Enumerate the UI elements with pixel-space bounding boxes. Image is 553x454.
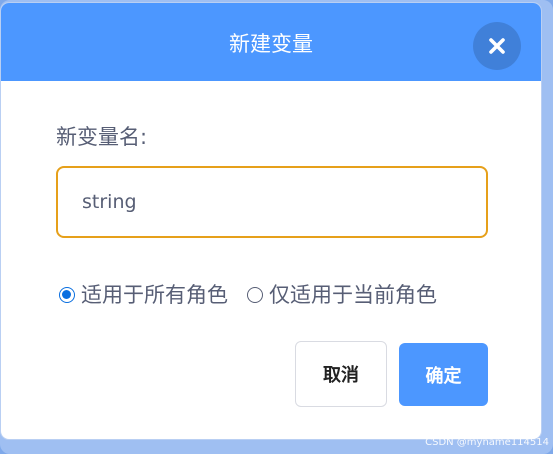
cancel-button[interactable]: 取消 [295,341,387,407]
dialog-header: 新建变量 [1,3,541,81]
close-icon [489,38,505,54]
variable-name-label: 新变量名: [56,125,148,149]
scope-option-label: 适用于所有角色 [81,283,228,307]
scope-option-all-sprites[interactable]: 适用于所有角色 [59,281,228,309]
close-button[interactable] [473,22,521,70]
watermark-text: CSDN @myname114514 [425,437,549,448]
variable-scope-group: 适用于所有角色 仅适用于当前角色 [59,279,437,311]
new-variable-dialog: 新建变量 新变量名: 适用于所有角色 仅适用于当前角色 取消 确定 [1,3,541,439]
scope-option-this-sprite-only[interactable]: 仅适用于当前角色 [247,281,437,309]
dialog-title: 新建变量 [229,32,313,56]
variable-name-input[interactable] [82,168,462,236]
ok-button[interactable]: 确定 [399,343,488,406]
scope-option-label: 仅适用于当前角色 [269,283,437,307]
radio-unselected-icon[interactable] [247,287,263,303]
variable-name-field[interactable] [56,166,488,238]
radio-selected-icon[interactable] [59,287,75,303]
